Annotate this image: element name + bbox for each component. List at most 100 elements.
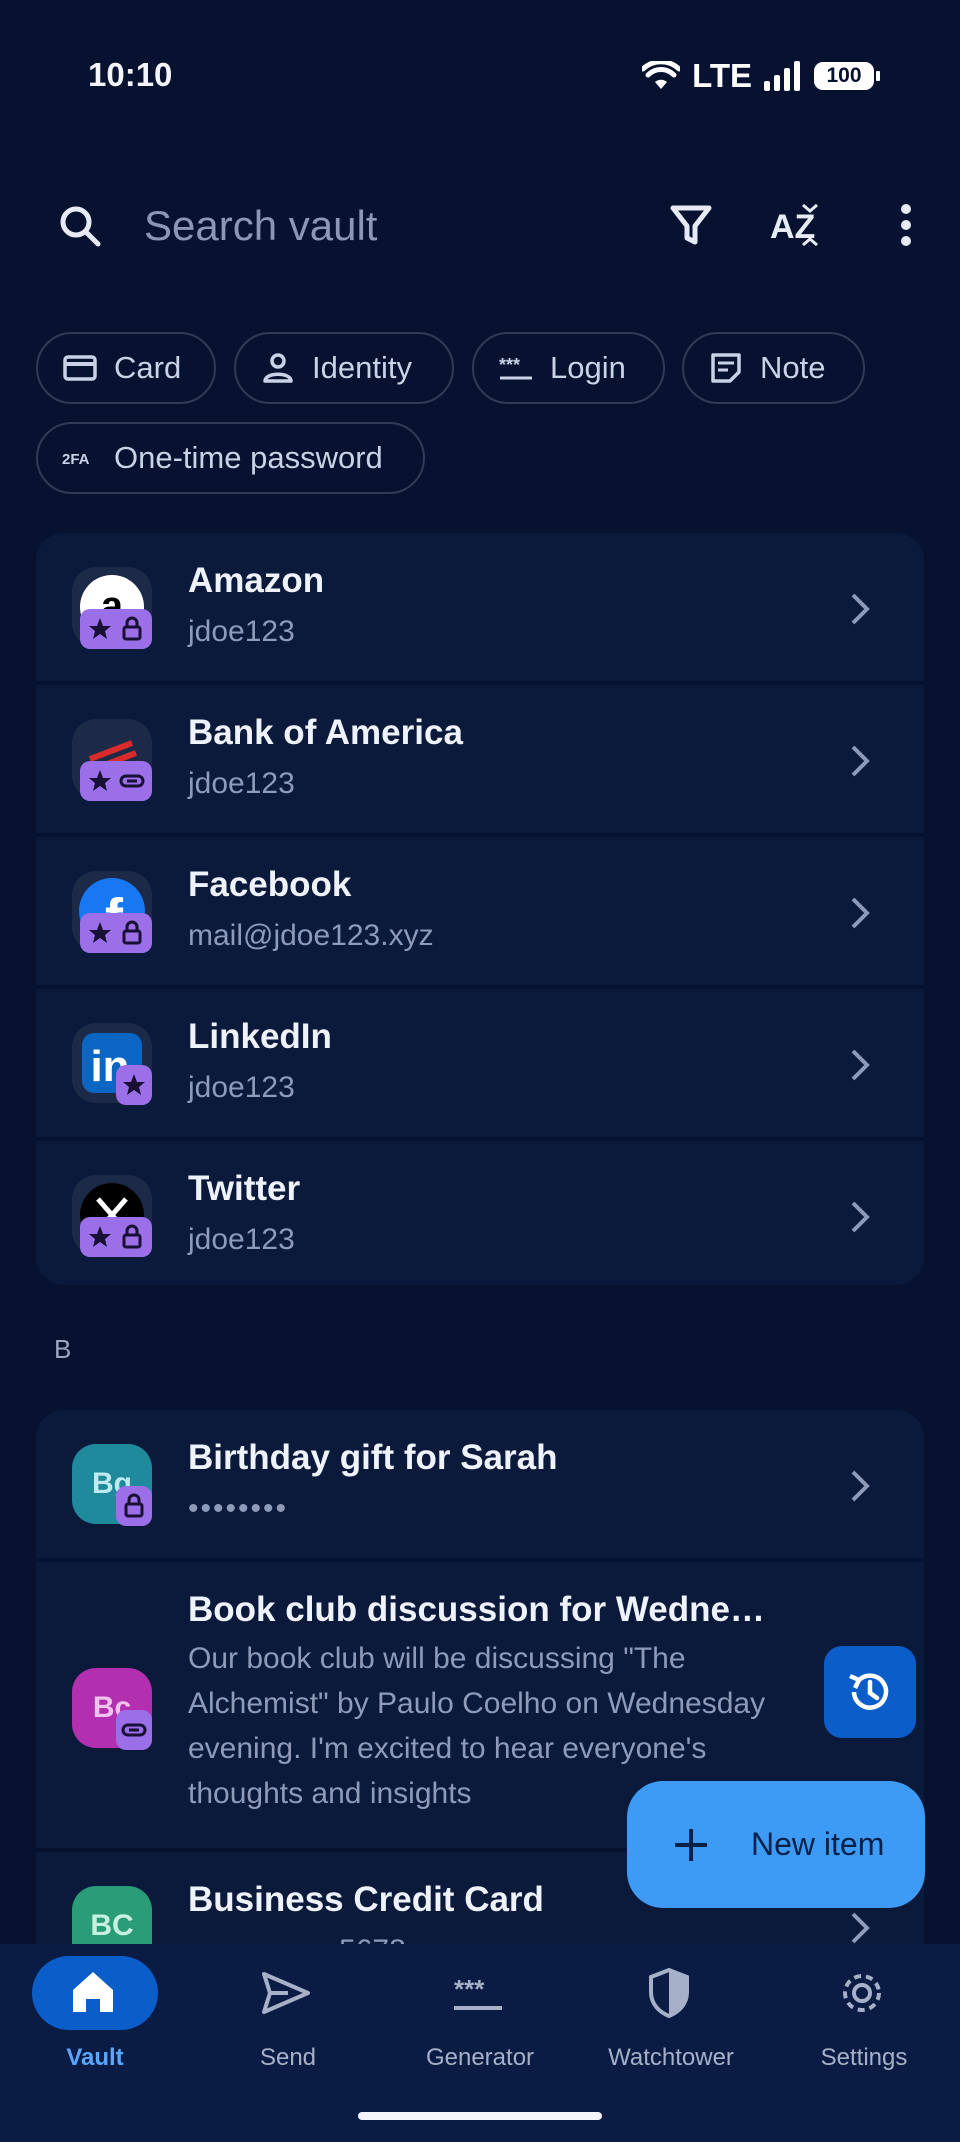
attachment-icon	[119, 774, 145, 788]
item-title: Facebook	[188, 865, 352, 904]
item-subtitle: ••••••••	[188, 1492, 289, 1525]
nav-item-watchtower[interactable]: Watchtower	[578, 1944, 758, 2084]
home-icon	[73, 1972, 113, 2012]
status-badge	[116, 1486, 152, 1526]
nav-item-vault[interactable]: Vault	[2, 1944, 182, 2084]
star-icon	[123, 1074, 145, 1095]
history-icon	[849, 1673, 889, 1710]
nav-label: Vault	[66, 2044, 124, 2071]
new-item-label: New item	[751, 1826, 885, 1862]
chevron-right-icon	[851, 897, 870, 929]
item-subtitle: jdoe123	[188, 767, 295, 800]
item-subtitle: jdoe123	[188, 1223, 295, 1256]
star-icon	[89, 618, 111, 639]
nav-label: Send	[259, 2044, 317, 2071]
list-item-amazon[interactable]: a Amazon jdoe123	[36, 533, 924, 685]
nav-item-settings[interactable]: Settings	[771, 1944, 951, 2084]
star-icon	[89, 1226, 111, 1247]
shield-icon	[649, 1967, 689, 2019]
list-item-linkedin[interactable]: in LinkedIn jdoe123	[36, 989, 924, 1141]
lock-icon	[124, 1493, 144, 1518]
sort-az-icon[interactable]: AZ	[770, 202, 828, 248]
item-subtitle: mail@jdoe123.xyz	[188, 919, 434, 952]
list-item-twitter[interactable]: Twitter jdoe123	[36, 1141, 924, 1285]
password-icon: ***	[499, 355, 532, 380]
send-icon	[262, 1972, 310, 2014]
favorites-list: a Amazon jdoe123 Bank of America jdoe123	[36, 533, 924, 1285]
item-title: Twitter	[188, 1169, 301, 1208]
chip-card[interactable]: Card	[36, 332, 216, 404]
initials-avatar: BC	[72, 1886, 152, 1944]
credit-card-icon	[63, 355, 97, 381]
status-bar: 10:10 LTE 100	[0, 0, 960, 150]
nav-label: Watchtower	[608, 2044, 734, 2071]
status-badge	[116, 1065, 152, 1105]
chevron-right-icon	[851, 593, 870, 625]
nav-label: Generator	[425, 2044, 535, 2071]
status-badge	[116, 1710, 152, 1750]
svg-text:***: ***	[499, 355, 520, 375]
history-button[interactable]	[824, 1646, 916, 1738]
item-title: Birthday gift for Sarah	[188, 1438, 558, 1477]
gear-icon	[843, 1974, 881, 2012]
more-vertical-icon[interactable]	[888, 202, 924, 248]
item-title: Bank of America	[188, 713, 463, 752]
new-item-button[interactable]: New item	[627, 1781, 925, 1908]
status-icons: LTE 100	[642, 56, 880, 96]
search-input[interactable]: Search vault	[144, 202, 377, 250]
chevron-right-icon	[851, 1912, 870, 1944]
nav-label: Settings	[820, 2044, 908, 2071]
nav-item-generator[interactable]: *** Generator	[387, 1944, 567, 2084]
status-badge	[80, 761, 152, 801]
chip-note[interactable]: Note	[682, 332, 865, 404]
star-icon	[89, 770, 111, 791]
battery-icon: 100	[814, 62, 880, 90]
item-subtitle: jdoe123	[188, 1071, 295, 1104]
star-icon	[89, 922, 111, 943]
status-time: 10:10	[88, 56, 173, 93]
item-title: LinkedIn	[188, 1017, 332, 1056]
password-generator-icon: ***	[454, 1974, 502, 2010]
note-icon	[711, 353, 741, 383]
list-item-facebook[interactable]: f Facebook mail@jdoe123.xyz	[36, 837, 924, 989]
list-item-birthday-gift[interactable]: Bg Birthday gift for Sarah ••••••••	[36, 1410, 924, 1562]
chip-login[interactable]: *** Login	[472, 332, 665, 404]
chip-one-time-password[interactable]: 2FA One-time password	[36, 422, 425, 494]
section-header: B	[54, 1334, 72, 1364]
chip-label: Note	[760, 350, 826, 385]
search-bar[interactable]: Search vault AZ	[0, 180, 960, 270]
filter-icon[interactable]	[668, 202, 714, 248]
attachment-icon	[121, 1723, 147, 1737]
wifi-icon	[642, 61, 681, 89]
home-indicator	[358, 2112, 602, 2120]
svg-text:2FA: 2FA	[62, 451, 90, 468]
item-subtitle: •••• •••• •••• 5678	[188, 1934, 406, 1944]
lock-icon	[122, 616, 142, 641]
search-icon[interactable]	[58, 204, 102, 248]
chip-identity[interactable]: Identity	[234, 332, 454, 404]
person-icon	[263, 353, 293, 383]
chip-label: Card	[114, 350, 182, 385]
chip-label: Login	[550, 350, 626, 385]
svg-text:***: ***	[454, 1974, 485, 2004]
chevron-right-icon	[851, 1201, 870, 1233]
2fa-icon: 2FA	[62, 451, 90, 468]
item-subtitle: jdoe123	[188, 615, 295, 648]
signal-icon	[764, 61, 800, 91]
item-title: Amazon	[188, 561, 325, 600]
item-title: Book club discussion for Wedne…	[188, 1590, 765, 1629]
lock-icon	[122, 920, 142, 945]
lock-icon	[122, 1224, 142, 1249]
network-type: LTE	[692, 57, 752, 94]
chevron-right-icon	[851, 1049, 870, 1081]
list-item-bank-of-america[interactable]: Bank of America jdoe123	[36, 685, 924, 837]
chevron-right-icon	[851, 1470, 870, 1502]
chevron-right-icon	[851, 745, 870, 777]
status-badge	[80, 609, 152, 649]
status-badge	[80, 1217, 152, 1257]
item-title: Business Credit Card	[188, 1880, 544, 1919]
plus-icon	[675, 1828, 707, 1861]
chip-label: One-time password	[114, 440, 383, 475]
chip-label: Identity	[312, 350, 412, 385]
nav-item-send[interactable]: Send	[195, 1944, 375, 2084]
